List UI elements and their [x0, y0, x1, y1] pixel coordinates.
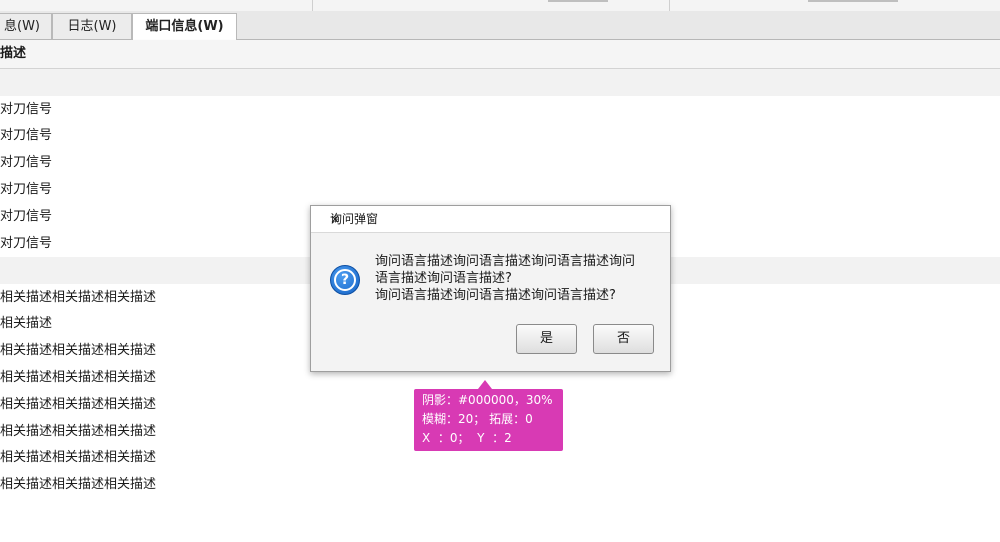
tab-label: 息(W) [4, 19, 40, 34]
table-row[interactable]: 对刀信号 [0, 149, 1000, 176]
dialog-title-bar[interactable]: 询问弹窗 × [311, 206, 670, 233]
tab-bar: 息(W) 日志(W) 端口信息(W) [0, 11, 1000, 42]
toolbar-field[interactable] [808, 0, 898, 2]
table-row[interactable]: 对刀信号 [0, 122, 1000, 149]
annotation-line: 模糊：20； 拓展：0 [422, 412, 533, 426]
tab-label: 日志(W) [67, 19, 117, 34]
table-row[interactable]: 对刀信号 [0, 176, 1000, 203]
confirm-dialog: 询问弹窗 × ? 询问语言描述询问语言描述询问语言描述询问 语言描述询问语言描述… [310, 205, 671, 372]
toolbar-field[interactable] [548, 0, 608, 2]
no-button[interactable]: 否 [593, 324, 654, 354]
dialog-message: 询问语言描述询问语言描述询问语言描述询问 语言描述询问语言描述? 询问语言描述询… [375, 253, 655, 304]
table-header: 描述 [0, 40, 1000, 69]
tab-log[interactable]: 日志(W) [52, 13, 132, 39]
table-row[interactable]: 相关描述相关描述相关描述 [0, 471, 1000, 498]
yes-button[interactable]: 是 [516, 324, 577, 354]
annotation-arrow [478, 380, 492, 389]
dialog-message-line: 询问语言描述询问语言描述询问语言描述询问 [375, 254, 636, 269]
shadow-spec-annotation: 阴影：#000000，30% 模糊：20； 拓展：0 X ：0； Y ：2 [414, 380, 563, 451]
tab-port-info[interactable]: 端口信息(W) [132, 13, 237, 42]
table-row[interactable]: 对刀信号 [0, 96, 1000, 123]
close-icon[interactable]: × [330, 206, 656, 232]
annotation-line: X ：0； Y ：2 [422, 431, 512, 445]
dialog-message-line: 语言描述询问语言描述? [375, 271, 512, 286]
dialog-message-line: 询问语言描述询问语言描述询问语言描述? [375, 288, 616, 303]
tab-info[interactable]: 息(W) [0, 13, 52, 39]
tab-label: 端口信息(W) [145, 19, 224, 34]
toolbar-separator [669, 0, 670, 11]
annotation-line: 阴影：#000000，30% [422, 393, 553, 407]
table-group-row[interactable] [0, 69, 1000, 96]
question-icon: ? [330, 265, 360, 295]
toolbar-separator [312, 0, 313, 11]
column-header-description[interactable]: 描述 [0, 46, 26, 61]
